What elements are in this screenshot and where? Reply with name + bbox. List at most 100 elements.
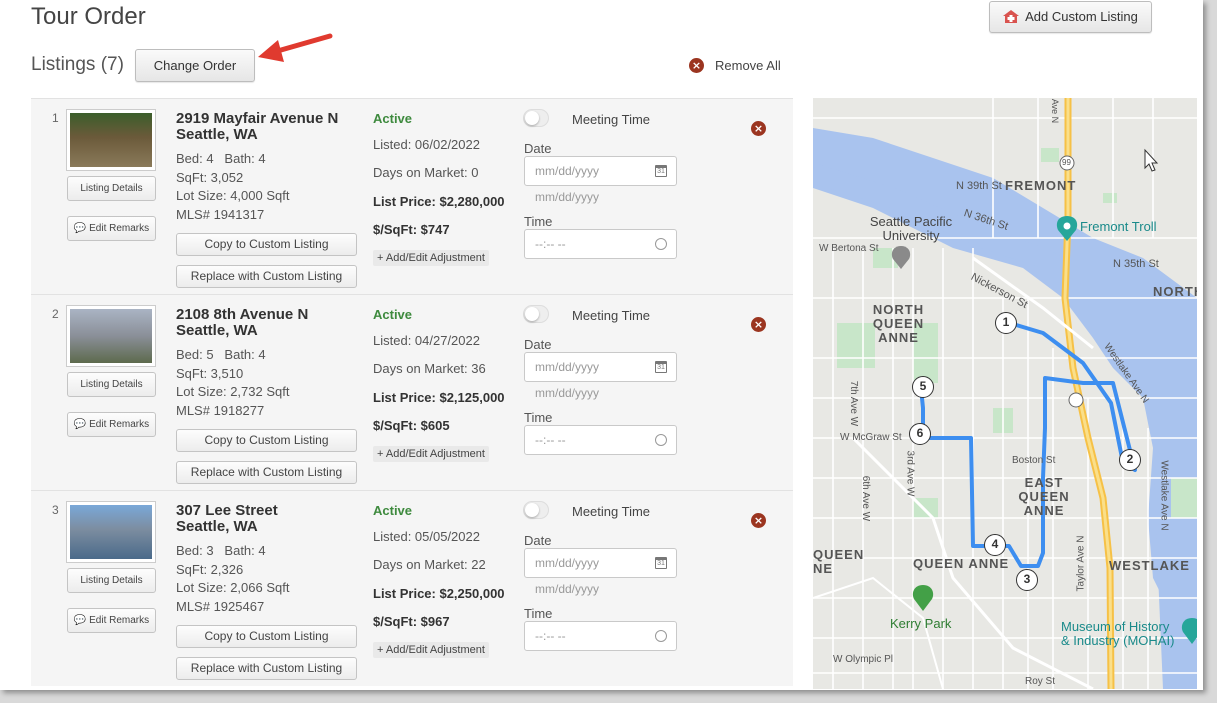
listing-price-per-sqft: $/SqFt: $747 [373,222,450,237]
listing-price: List Price: $2,125,000 [373,390,505,405]
time-placeholder: --:-- -- [535,433,566,447]
map-stop-2[interactable]: 2 [1119,449,1141,471]
listing-days-on-market: Days on Market: 36 [373,361,486,376]
remove-listing-button[interactable]: × [751,119,766,137]
meeting-time-toggle[interactable] [523,501,549,519]
replace-with-custom-button[interactable]: Replace with Custom Listing [176,265,357,288]
change-order-button[interactable]: Change Order [135,49,255,82]
time-placeholder: --:-- -- [535,629,566,643]
time-input[interactable]: --:-- -- [524,425,677,455]
calendar-icon[interactable]: 31 [655,361,667,373]
map-label-olympic: W Olympic Pl [833,654,893,665]
copy-to-custom-button[interactable]: Copy to Custom Listing [176,429,357,452]
speech-bubble-icon: 💬 [73,615,87,626]
map-label-east-queen-anne: EAST QUEEN ANNE [1018,475,1070,518]
listing-details-button[interactable]: Listing Details [67,568,156,593]
listing-lot: Lot Size: 2,066 Sqft [176,580,290,595]
replace-with-custom-button[interactable]: Replace with Custom Listing [176,461,357,484]
listing-city: Seattle, WA [176,322,258,339]
replace-with-custom-button[interactable]: Replace with Custom Listing [176,657,357,680]
listing-bed-bath: Bed: 3 Bath: 4 [176,543,266,558]
date-format-hint: mm/dd/yyyy [535,386,600,400]
meeting-time-toggle[interactable] [523,305,549,323]
map-label-mohai: Museum of History & Industry (MOHAI) [1061,619,1175,648]
add-custom-listing-button[interactable]: Add Custom Listing [989,1,1152,33]
add-edit-adjustment-button[interactable]: + Add/Edit Adjustment [373,446,489,462]
listing-row: 3 Listing Details 💬 Edit Remarks 307 Lee… [31,490,793,686]
date-placeholder: mm/dd/yyyy [535,360,600,374]
listing-street: 2919 Mayfair Avenue N [176,110,339,127]
meeting-time-label: Meeting Time [572,504,651,519]
listing-address[interactable]: 2108 8th Avenue N Seattle, WA [176,307,308,339]
map-stop-5[interactable]: 5 [912,376,934,398]
listing-row: 1 Listing Details 💬 Edit Remarks 2919 Ma… [31,98,793,294]
listing-photo[interactable] [66,109,156,171]
speech-bubble-icon: 💬 [73,419,87,430]
map-label-spu: Seattle Pacific University [869,214,953,243]
listing-listed-date: Listed: 05/05/2022 [373,529,480,544]
house-photo [70,505,152,559]
calendar-icon[interactable]: 31 [655,557,667,569]
clock-icon[interactable] [655,630,667,642]
map-stop-1[interactable]: 1 [995,312,1017,334]
listing-details-button[interactable]: Listing Details [67,372,156,397]
remove-listing-icon: × [751,513,766,528]
listing-photo[interactable] [66,501,156,563]
map-label-westlake: WESTLAKE [1109,558,1190,573]
listing-address[interactable]: 307 Lee Street Seattle, WA [176,503,278,535]
edit-remarks-label: Edit Remarks [89,419,150,430]
edit-remarks-label: Edit Remarks [89,615,150,626]
meeting-time-toggle[interactable] [523,109,549,127]
map-label-n35: N 35th St [1113,258,1159,270]
add-edit-adjustment-button[interactable]: + Add/Edit Adjustment [373,250,489,266]
date-input[interactable]: mm/dd/yyyy 31 [524,352,677,382]
add-edit-adjustment-button[interactable]: + Add/Edit Adjustment [373,642,489,658]
listings-count: Listings (7) [31,54,124,75]
listing-price: List Price: $2,280,000 [373,194,505,209]
speech-bubble-icon: 💬 [73,223,87,234]
route-map[interactable]: FREMONT N 39th St N 36th St N 35th St Fr… [813,98,1197,689]
edit-remarks-button[interactable]: 💬 Edit Remarks [67,216,156,241]
listing-bed-bath: Bed: 5 Bath: 4 [176,347,266,362]
date-input[interactable]: mm/dd/yyyy 31 [524,548,677,578]
map-stop-4[interactable]: 4 [984,534,1006,556]
listing-status: Active [373,111,413,126]
map-label-north-queen-anne: NORTH QUEEN ANNE [872,302,925,345]
listing-photo[interactable] [66,305,156,367]
listing-mls: MLS# 1925467 [176,598,265,614]
copy-to-custom-button[interactable]: Copy to Custom Listing [176,233,357,256]
date-input[interactable]: mm/dd/yyyy 31 [524,156,677,186]
map-stop-6[interactable]: 6 [909,423,931,445]
clock-icon[interactable] [655,238,667,250]
red-arrow-annotation [258,33,333,62]
listing-sqft: SqFt: 3,052 [176,169,244,185]
page-title: Tour Order [31,3,146,30]
listing-address[interactable]: 2919 Mayfair Avenue N Seattle, WA [176,111,338,143]
map-label-boston: Boston St [1012,455,1056,466]
time-input[interactable]: --:-- -- [524,621,677,651]
remove-all-icon: × [689,58,704,73]
calendar-icon[interactable]: 31 [655,165,667,177]
remove-listing-button[interactable]: × [751,511,766,529]
meeting-time-label: Meeting Time [572,308,651,323]
listing-specs: Bed: 3 Bath: 4 SqFt: 2,326 Lot Size: 2,0… [176,542,289,616]
clock-icon[interactable] [655,434,667,446]
listing-lot: Lot Size: 2,732 Sqft [176,384,290,399]
date-placeholder: mm/dd/yyyy [535,164,600,178]
edit-remarks-button[interactable]: 💬 Edit Remarks [67,412,156,437]
remove-all-button[interactable]: × Remove All [689,58,781,73]
listing-index: 1 [52,111,59,125]
date-placeholder: mm/dd/yyyy [535,556,600,570]
edit-remarks-button[interactable]: 💬 Edit Remarks [67,608,156,633]
map-label-6th-ave: 6th Ave W [860,475,872,522]
add-custom-listing-label: Add Custom Listing [1025,9,1138,24]
time-input[interactable]: --:-- -- [524,229,677,259]
listing-details-button[interactable]: Listing Details [67,176,156,201]
map-stop-3[interactable]: 3 [1016,569,1038,591]
remove-listing-button[interactable]: × [751,315,766,333]
listing-sqft: SqFt: 2,326 [176,561,244,577]
map-label-fremont-troll: Fremont Troll [1080,219,1157,234]
listing-street: 307 Lee Street [176,502,278,519]
time-label: Time [524,214,553,229]
copy-to-custom-button[interactable]: Copy to Custom Listing [176,625,357,648]
